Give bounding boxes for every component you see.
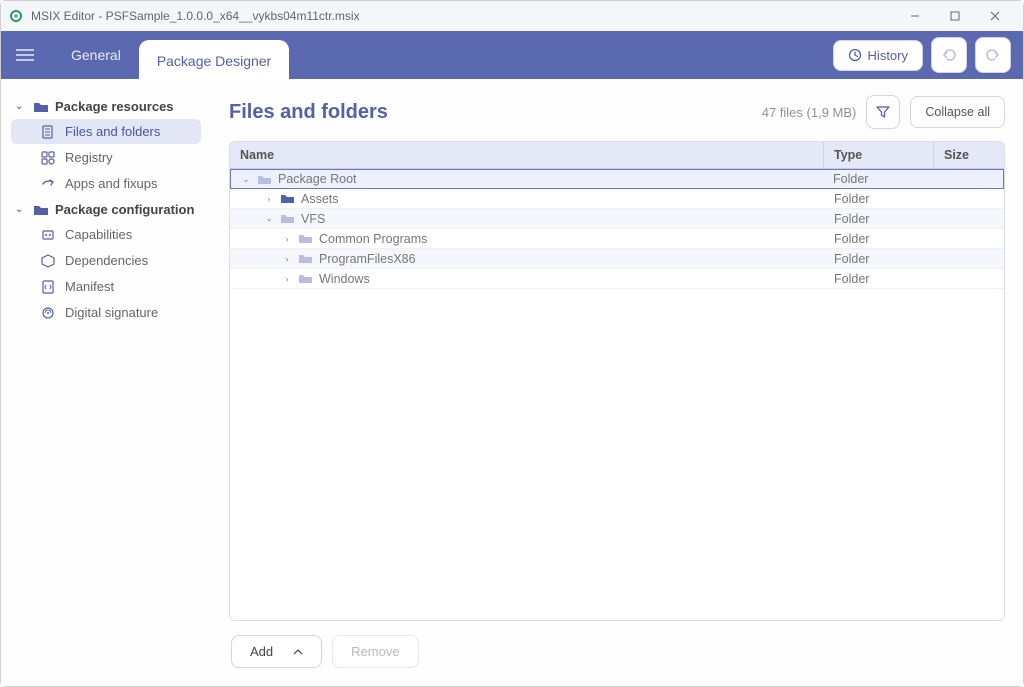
sidebar-item-capabilities[interactable]: Capabilities (11, 222, 201, 247)
table-row[interactable]: ⌄ VFS Folder (230, 209, 1004, 229)
registry-icon (41, 151, 57, 165)
filter-icon (876, 105, 890, 119)
chevron-right-icon[interactable]: › (282, 274, 292, 284)
row-type: Folder (824, 212, 934, 226)
table-row[interactable]: › Windows Folder (230, 269, 1004, 289)
menu-button[interactable] (7, 37, 43, 73)
chevron-up-icon (293, 648, 303, 656)
sidebar-item-digital-signature[interactable]: Digital signature (11, 300, 201, 325)
sidebar-item-label: Files and folders (65, 124, 160, 139)
sidebar-item-label: Apps and fixups (65, 176, 158, 191)
tab-general[interactable]: General (53, 31, 139, 79)
sidebar-section-configuration[interactable]: ⌄ Package configuration (7, 198, 205, 221)
titlebar: MSIX Editor - PSFSample_1.0.0.0_x64__vyk… (1, 1, 1023, 31)
row-name: Package Root (278, 172, 357, 186)
clock-icon (848, 48, 862, 62)
row-name: Common Programs (319, 232, 427, 246)
minimize-button[interactable] (895, 2, 935, 30)
folder-icon (33, 203, 49, 217)
main-panel: Files and folders 47 files (1,9 MB) Coll… (211, 79, 1023, 686)
sidebar-item-label: Dependencies (65, 253, 148, 268)
sidebar-item-label: Digital signature (65, 305, 158, 320)
collapse-all-button[interactable]: Collapse all (910, 96, 1005, 128)
manifest-icon (41, 280, 57, 294)
chevron-right-icon[interactable]: › (282, 234, 292, 244)
dependencies-icon (41, 254, 57, 268)
maximize-button[interactable] (935, 2, 975, 30)
sidebar: ⌄ Package resources Files and folders Re… (1, 79, 211, 686)
add-label: Add (250, 644, 273, 659)
column-type[interactable]: Type (824, 142, 934, 168)
folder-icon (280, 192, 295, 205)
history-label: History (868, 48, 908, 63)
table-row[interactable]: › ProgramFilesX86 Folder (230, 249, 1004, 269)
chevron-right-icon[interactable]: › (282, 254, 292, 264)
undo-button[interactable] (931, 37, 967, 73)
table-row[interactable]: › Common Programs Folder (230, 229, 1004, 249)
history-button[interactable]: History (833, 40, 923, 71)
app-icon (9, 9, 23, 23)
folder-icon (280, 212, 295, 225)
sidebar-section-resources[interactable]: ⌄ Package resources (7, 95, 205, 118)
capabilities-icon (41, 228, 57, 242)
sidebar-section-label: Package resources (55, 99, 174, 114)
sidebar-item-files-and-folders[interactable]: Files and folders (11, 119, 201, 144)
chevron-right-icon[interactable]: › (264, 194, 274, 204)
chevron-down-icon: ⌄ (15, 204, 27, 215)
folder-icon (298, 232, 313, 245)
sidebar-item-dependencies[interactable]: Dependencies (11, 248, 201, 273)
row-type: Folder (824, 272, 934, 286)
table-row[interactable]: ⌄ Package Root Folder (230, 169, 1004, 189)
add-button[interactable]: Add (231, 635, 322, 668)
share-icon (41, 177, 57, 191)
toolbar: General Package Designer History (1, 31, 1023, 79)
folder-icon (298, 272, 313, 285)
table-header: Name Type Size (230, 142, 1004, 169)
sidebar-item-manifest[interactable]: Manifest (11, 274, 201, 299)
page-title: Files and folders (229, 101, 388, 124)
row-name: Assets (301, 192, 339, 206)
close-button[interactable] (975, 2, 1015, 30)
filter-button[interactable] (866, 95, 900, 129)
folder-icon (298, 252, 313, 265)
row-name: Windows (319, 272, 370, 286)
folder-icon (33, 100, 49, 114)
row-type: Folder (824, 192, 934, 206)
redo-button[interactable] (975, 37, 1011, 73)
sidebar-item-apps-and-fixups[interactable]: Apps and fixups (11, 171, 201, 196)
folder-icon (257, 173, 272, 186)
tab-package-designer[interactable]: Package Designer (139, 40, 289, 82)
file-summary: 47 files (1,9 MB) (762, 105, 857, 120)
sidebar-item-label: Manifest (65, 279, 114, 294)
row-type: Folder (824, 232, 934, 246)
sidebar-item-label: Capabilities (65, 227, 132, 242)
chevron-down-icon[interactable]: ⌄ (241, 174, 251, 185)
table-body: ⌄ Package Root Folder › Assets Folder ⌄ VFS Fold… (230, 169, 1004, 620)
row-type: Folder (824, 252, 934, 266)
chevron-down-icon: ⌄ (15, 101, 27, 112)
signature-icon (41, 306, 57, 320)
row-name: VFS (301, 212, 325, 226)
chevron-down-icon[interactable]: ⌄ (264, 213, 274, 224)
files-table: Name Type Size ⌄ Package Root Folder › Asset… (229, 141, 1005, 621)
row-name: ProgramFilesX86 (319, 252, 416, 266)
sidebar-item-label: Registry (65, 150, 113, 165)
sidebar-item-registry[interactable]: Registry (11, 145, 201, 170)
remove-button[interactable]: Remove (332, 635, 418, 668)
column-name[interactable]: Name (230, 142, 824, 168)
files-icon (41, 125, 57, 139)
row-type: Folder (823, 172, 933, 186)
window-title: MSIX Editor - PSFSample_1.0.0.0_x64__vyk… (31, 9, 895, 23)
column-size[interactable]: Size (934, 142, 1004, 168)
table-row[interactable]: › Assets Folder (230, 189, 1004, 209)
sidebar-section-label: Package configuration (55, 202, 194, 217)
